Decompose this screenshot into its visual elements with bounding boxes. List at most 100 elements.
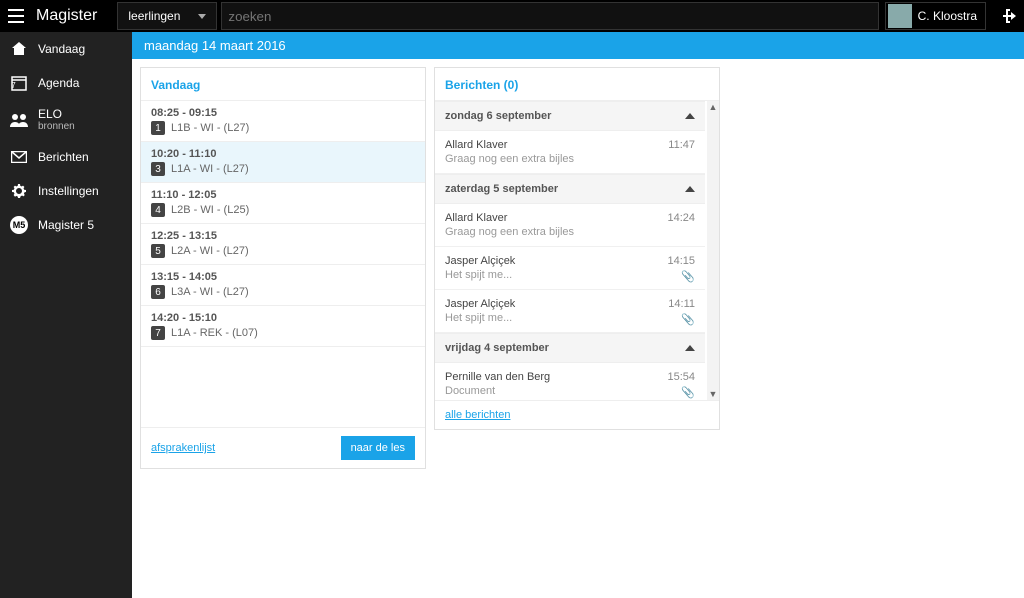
agenda-time: 12:25 - 13:15 [151,230,415,242]
agenda-text: L2B - WI - (L25) [171,204,249,216]
sidebar-item-instellingen[interactable]: Instellingen [0,174,132,208]
message-snippet: Het spijt me... [445,269,695,281]
hamburger-icon [8,9,24,23]
sidebar-item-elo[interactable]: ELO bronnen [0,100,132,140]
messages-day-header[interactable]: zaterdag 5 september [435,174,705,204]
naar-de-les-button[interactable]: naar de les [341,436,415,460]
agenda-time: 11:10 - 12:05 [151,189,415,201]
period-badge: 1 [151,121,165,135]
home-icon [10,40,28,58]
caret-down-icon [198,14,206,19]
brand-title: Magister [32,7,117,25]
sidebar-item-magister5[interactable]: M5 Magister 5 [0,208,132,242]
chevron-up-icon [685,345,695,351]
afsprakenlijst-link[interactable]: afsprakenlijst [151,442,215,454]
sidebar-item-label: Agenda [38,76,79,90]
scroll-down-icon[interactable]: ▼ [707,388,719,400]
period-badge: 5 [151,244,165,258]
message-sender: Pernille van den Berg [445,371,695,383]
envelope-icon [10,148,28,166]
panel-title: Berichten (0) [435,68,719,100]
sidebar-item-berichten[interactable]: Berichten [0,140,132,174]
logout-button[interactable] [992,0,1024,32]
message-item[interactable]: Jasper Alçiçek Het spijt me... 14:15 📎 [435,247,705,290]
main-content: maandag 14 maart 2016 Vandaag 08:25 - 09… [132,32,1024,598]
sidebar-item-agenda[interactable]: 7 Agenda [0,66,132,100]
calendar-icon: 7 [10,74,28,92]
panel-berichten: Berichten (0) zondag 6 september Allard K… [434,67,720,430]
messages-day-header[interactable]: vrijdag 4 september [435,333,705,363]
agenda-item[interactable]: 10:20 - 11:10 3 L1A - WI - (L27) [141,142,425,183]
attachment-icon: 📎 [681,386,695,399]
message-sender: Allard Klaver [445,139,695,151]
user-name: C. Kloostra [918,9,977,23]
agenda-time: 10:20 - 11:10 [151,148,415,160]
m5-badge-icon: M5 [10,216,28,234]
agenda-time: 08:25 - 09:15 [151,107,415,119]
message-time: 14:11 [668,298,695,310]
sidebar-item-label: Vandaag [38,42,85,56]
agenda-item[interactable]: 08:25 - 09:151L1B - WI - (L27) [141,101,425,142]
sidebar-item-label: Instellingen [38,184,99,198]
messages-day-header[interactable]: zondag 6 september [435,101,705,131]
day-label: zaterdag 5 september [445,183,558,195]
day-label: zondag 6 september [445,110,551,122]
message-item[interactable]: Jasper AlçiçekHet spijt me...14:11📎 [435,290,705,333]
agenda-text: L1A - WI - (L27) [171,163,249,175]
gear-icon [10,182,28,200]
panel-footer: afsprakenlijst naar de les [141,427,425,468]
panel-title: Vandaag [141,68,425,100]
agenda-item[interactable]: 12:25 - 13:15 5 L2A - WI - (L27) [141,224,425,265]
chevron-up-icon [685,186,695,192]
agenda-time: 13:15 - 14:05 [151,271,415,283]
agenda-text: L2A - WI - (L27) [171,245,249,257]
alle-berichten-link[interactable]: alle berichten [445,409,510,421]
message-snippet: Graag nog een extra bijles [445,226,695,238]
avatar [888,4,912,28]
agenda-text: L1A - REK - (L07) [171,327,258,339]
scrollbar[interactable]: ▲ ▼ [707,101,719,400]
people-icon [10,111,28,129]
message-sender: Jasper Alçiçek [445,298,695,310]
agenda-item[interactable]: 14:20 - 15:10 7 L1A - REK - (L07) [141,306,425,347]
scope-selector[interactable]: leerlingen [117,2,217,30]
message-time: 14:24 [667,212,695,224]
scope-selector-label: leerlingen [128,9,180,23]
message-snippet: Graag nog een extra bijles [445,153,695,165]
message-item[interactable]: Allard KlaverGraag nog een extra bijles1… [435,131,705,174]
agenda-time: 14:20 - 15:10 [151,312,415,324]
search-input[interactable] [221,2,878,30]
scroll-up-icon[interactable]: ▲ [707,101,719,113]
period-badge: 7 [151,326,165,340]
message-time: 14:15 [667,255,695,267]
message-time: 15:54 [667,371,695,383]
logout-icon [1000,9,1016,23]
attachment-icon: 📎 [681,313,695,326]
message-item[interactable]: Allard KlaverGraag nog een extra bijles1… [435,204,705,247]
agenda-item[interactable]: 11:10 - 12:05 4 L2B - WI - (L25) [141,183,425,224]
period-badge: 4 [151,203,165,217]
top-bar: Magister leerlingen C. Kloostra [0,0,1024,32]
date-bar: maandag 14 maart 2016 [132,32,1024,59]
panel-footer: alle berichten [435,400,719,429]
period-badge: 6 [151,285,165,299]
panel-vandaag: Vandaag 08:25 - 09:151L1B - WI - (L27)10… [140,67,426,469]
sidebar-item-label: Berichten [38,150,89,164]
sidebar-item-vandaag[interactable]: Vandaag [0,32,132,66]
day-label: vrijdag 4 september [445,342,549,354]
menu-toggle[interactable] [0,0,32,32]
period-badge: 3 [151,162,165,176]
agenda-list: 08:25 - 09:151L1B - WI - (L27)10:20 - 11… [141,100,425,347]
messages-scroll: zondag 6 septemberAllard KlaverGraag nog… [435,100,719,400]
message-item[interactable]: Pernille van den BergDocument15:54📎 [435,363,705,400]
agenda-item[interactable]: 13:15 - 14:05 6 L3A - WI - (L27) [141,265,425,306]
message-sender: Jasper Alçiçek [445,255,695,267]
sidebar-item-label: ELO [38,108,75,121]
user-menu[interactable]: C. Kloostra [885,2,986,30]
sidebar-item-label: Magister 5 [38,218,94,232]
sidebar-item-sublabel: bronnen [38,121,75,132]
chevron-up-icon [685,113,695,119]
sidebar: Vandaag 7 Agenda ELO bronnen Berichten I… [0,32,132,598]
attachment-icon: 📎 [681,270,695,283]
agenda-text: L3A - WI - (L27) [171,286,249,298]
